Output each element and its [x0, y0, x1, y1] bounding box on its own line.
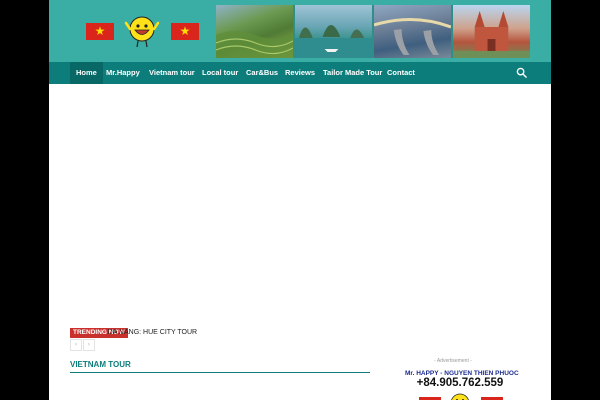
page: ★ ★ Home Mr.Happy Vietnam tour Local tou…	[49, 0, 551, 400]
main-content: TRENDING NOW DA NANG: HUE CITY TOUR ‹ › …	[49, 84, 551, 400]
site-header: ★ ★	[49, 0, 551, 62]
golden-bridge-photo	[374, 5, 451, 58]
contact-name: Mr. HAPPY - NGUYEN THIEN PHUOC	[405, 370, 519, 377]
vietnam-flag-icon: ★	[171, 23, 199, 40]
contact-phone[interactable]: +84.905.762.559	[405, 377, 515, 389]
ticker-prev-button[interactable]: ‹	[70, 339, 82, 351]
nav-item-vietnam-tour[interactable]: Vietnam tour	[149, 62, 195, 84]
header-banner[interactable]	[216, 5, 530, 58]
trending-ticker: TRENDING NOW DA NANG: HUE CITY TOUR	[70, 328, 197, 338]
nav-item-car-bus[interactable]: Car&Bus	[246, 62, 278, 84]
vietnam-flag-icon: ★	[86, 23, 114, 40]
trending-headline[interactable]: DA NANG: HUE CITY TOUR	[108, 328, 197, 338]
ha-long-bay-photo	[295, 5, 372, 58]
search-icon[interactable]	[516, 67, 527, 78]
nav-item-reviews[interactable]: Reviews	[285, 62, 315, 84]
nav-item-home[interactable]: Home	[70, 62, 103, 84]
nav-item-tailor-made-tour[interactable]: Tailor Made Tour	[323, 62, 382, 84]
mr-happy-smiley-icon	[451, 393, 469, 400]
advertisement-label: - Advertisement -	[434, 358, 472, 364]
rice-terraces-photo	[216, 5, 293, 58]
cathedral-photo	[453, 5, 530, 58]
section-divider	[70, 372, 370, 373]
mr-happy-smiley-icon[interactable]	[124, 14, 160, 48]
nav-item-mr-happy[interactable]: Mr.Happy	[106, 62, 140, 84]
ticker-next-button[interactable]: ›	[83, 339, 95, 351]
section-title-vietnam-tour[interactable]: VIETNAM TOUR	[70, 360, 131, 369]
main-nav: Home Mr.Happy Vietnam tour Local tour Ca…	[49, 62, 551, 84]
nav-item-contact[interactable]: Contact	[387, 62, 415, 84]
nav-item-local-tour[interactable]: Local tour	[202, 62, 238, 84]
